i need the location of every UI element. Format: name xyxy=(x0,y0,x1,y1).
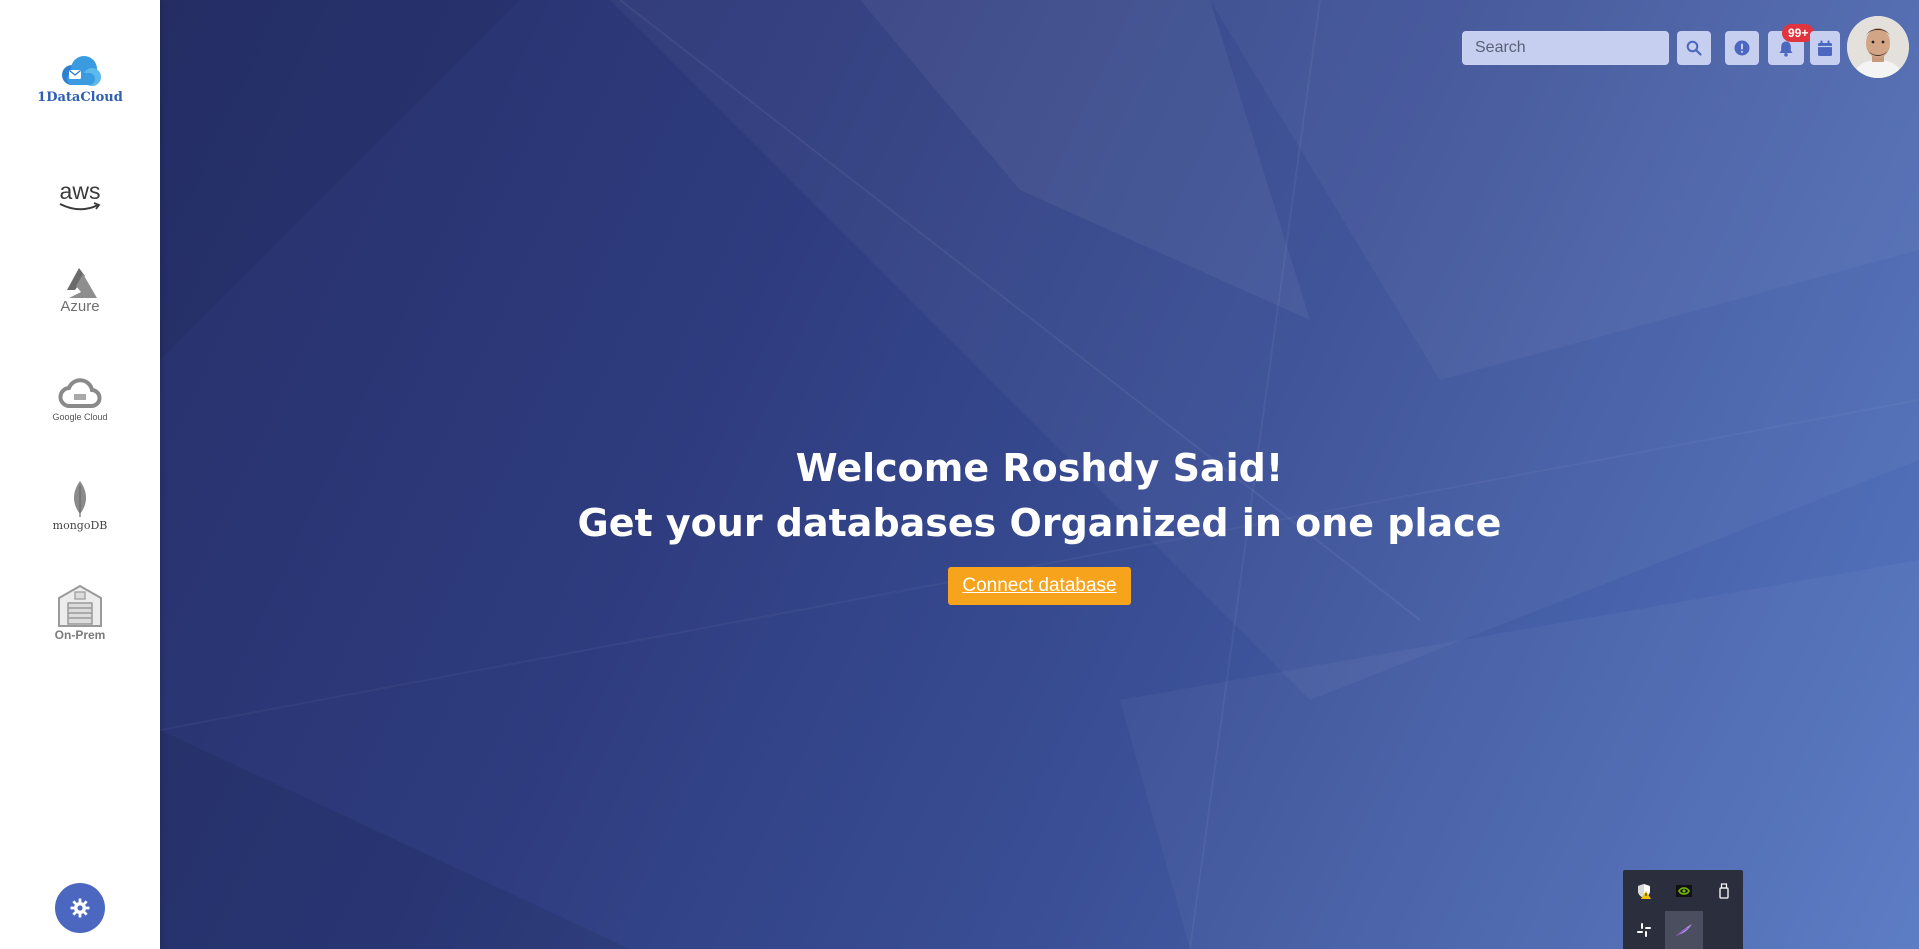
brand-label: 1DataCloud xyxy=(37,90,123,105)
calendar-icon xyxy=(1818,40,1832,56)
welcome-subtitle: Get your databases Organized in one plac… xyxy=(577,501,1502,545)
azure-icon xyxy=(67,268,97,298)
sidebar-item-label: On-Prem xyxy=(54,628,106,642)
search-button[interactable] xyxy=(1677,31,1711,65)
feather-icon[interactable] xyxy=(1665,911,1703,949)
warehouse-icon xyxy=(58,584,102,627)
bell-icon xyxy=(1779,41,1793,57)
alert-icon xyxy=(1734,40,1750,56)
user-photo-icon xyxy=(1847,16,1909,78)
slack-icon[interactable] xyxy=(1625,911,1663,949)
main-content: 99+ Welcome Roshdy Said! Get your databa… xyxy=(160,0,1919,949)
connect-database-button[interactable]: Connect database xyxy=(948,567,1131,605)
sidebar-item-label: Azure xyxy=(60,298,100,315)
sidebar-item-label: mongoDB xyxy=(52,519,108,532)
brand-logo[interactable]: 1DataCloud xyxy=(0,55,160,105)
info-button[interactable] xyxy=(1725,31,1759,65)
aws-logo-text: aws xyxy=(59,178,101,204)
sidebar-item-on-prem[interactable]: On-Prem xyxy=(0,584,160,642)
welcome-title: Welcome Roshdy Said! xyxy=(795,446,1284,490)
system-tray-popup xyxy=(1623,870,1743,949)
sidebar-item-label: Google Cloud xyxy=(52,412,108,422)
search-icon xyxy=(1686,40,1702,56)
sidebar-item-azure[interactable]: Azure xyxy=(0,268,160,315)
settings-button[interactable] xyxy=(55,883,105,933)
usb-drive-icon[interactable] xyxy=(1705,872,1743,910)
mongodb-leaf-icon xyxy=(74,481,86,517)
sidebar-item-mongodb[interactable]: mongoDB xyxy=(0,480,160,532)
sidebar-item-google-cloud[interactable]: Google Cloud xyxy=(0,378,160,422)
search-input[interactable] xyxy=(1462,31,1669,65)
google-cloud-icon xyxy=(58,378,102,408)
user-avatar[interactable] xyxy=(1847,16,1909,78)
gear-icon xyxy=(70,898,90,918)
nvidia-icon[interactable] xyxy=(1665,872,1703,910)
sidebar-item-aws[interactable]: aws xyxy=(0,180,160,212)
welcome-hero: Welcome Roshdy Said! Get your databases … xyxy=(160,441,1919,605)
security-warning-icon[interactable] xyxy=(1625,872,1663,910)
cloud-logo-icon xyxy=(62,56,101,86)
sidebar: 1DataCloud aws Azure Google Cloud mongoD… xyxy=(0,0,160,949)
calendar-button[interactable] xyxy=(1810,31,1840,65)
